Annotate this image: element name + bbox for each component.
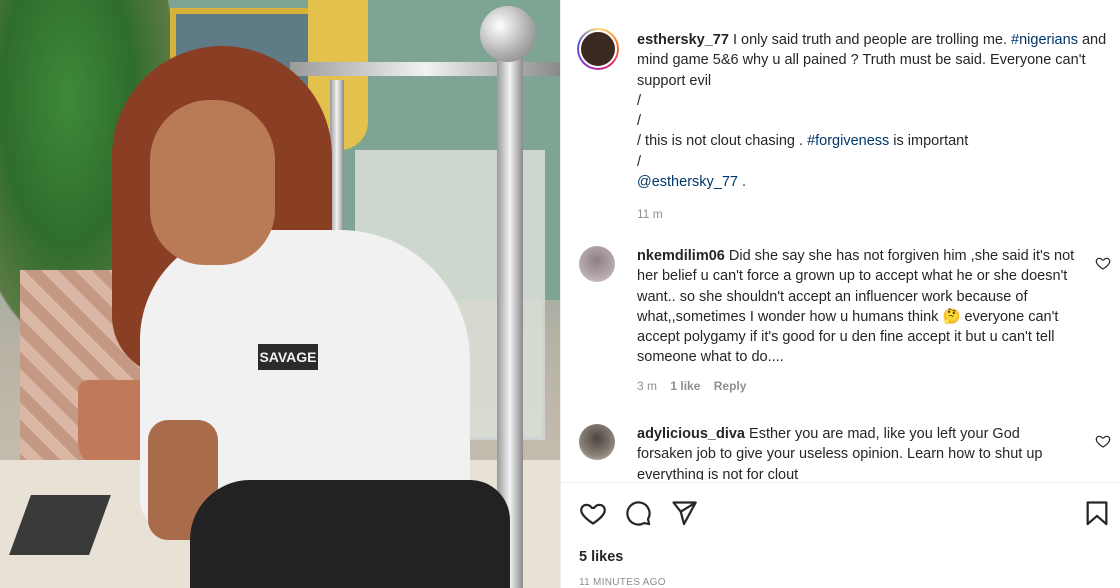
likes-count[interactable]: 5 likes — [579, 549, 623, 565]
comment-avatar[interactable] — [579, 424, 615, 460]
post-timeago[interactable]: 11 minutes ago — [579, 577, 666, 588]
photo-person-pants — [190, 480, 510, 588]
heart-icon[interactable] — [579, 499, 607, 527]
post-photo[interactable]: SAVAGE — [0, 0, 560, 588]
caption-text-4: . — [737, 174, 747, 191]
photo-shirt-text: SAVAGE — [258, 344, 318, 370]
post-actions-bar: 5 likes 11 minutes ago — [561, 482, 1120, 588]
photo-person-face — [150, 100, 275, 265]
comment-like-heart-icon[interactable] — [1095, 433, 1111, 449]
hashtag-nigerians[interactable]: #nigerians — [1011, 32, 1078, 48]
caption-text-3b: is important — [889, 133, 969, 150]
comment-likes[interactable]: 1 like — [670, 379, 700, 393]
author-avatar-image — [579, 30, 617, 68]
comment-username[interactable]: adylicious_diva — [637, 426, 745, 442]
caption-text-1: I only said truth and people are trollin… — [728, 32, 1012, 48]
comments-scroll-area[interactable]: esthersky_77 I only said truth and peopl… — [561, 0, 1120, 480]
comment-like-heart-icon[interactable] — [1095, 255, 1111, 271]
comment-reply-button[interactable]: Reply — [714, 379, 747, 393]
author-avatar[interactable] — [577, 28, 619, 70]
post-side-panel: esthersky_77 I only said truth and peopl… — [560, 0, 1120, 588]
caption-slash-2: / — [637, 113, 642, 130]
comment-meta: 3 m 1 like Reply — [637, 376, 1077, 396]
comment-text: Did she say she has not forgiven him ,sh… — [637, 248, 1075, 366]
paper-plane-icon[interactable] — [670, 499, 698, 527]
photo-rail-knob — [480, 6, 536, 62]
caption-text-3a: / this is not clout chasing . — [637, 133, 808, 150]
caption-mention[interactable]: @esthersky_77 — [637, 174, 738, 190]
caption-slash-3: / — [637, 153, 642, 170]
post-time[interactable]: 11 m — [637, 204, 1107, 224]
comment-time[interactable]: 3 m — [637, 379, 657, 393]
bookmark-icon[interactable] — [1083, 499, 1111, 527]
comment-item: nkemdilim06 Did she say she has not forg… — [637, 246, 1077, 396]
comment-item: adylicious_diva Esther you are mad, like… — [637, 424, 1077, 480]
comment-username[interactable]: nkemdilim06 — [637, 248, 725, 264]
comment-bubble-icon[interactable] — [624, 499, 652, 527]
hashtag-forgiveness[interactable]: #forgiveness — [807, 133, 889, 149]
comment-avatar[interactable] — [579, 246, 615, 282]
caption-slash-1: / — [637, 92, 642, 109]
post-caption: esthersky_77 I only said truth and peopl… — [637, 30, 1107, 225]
author-username[interactable]: esthersky_77 — [637, 32, 729, 48]
